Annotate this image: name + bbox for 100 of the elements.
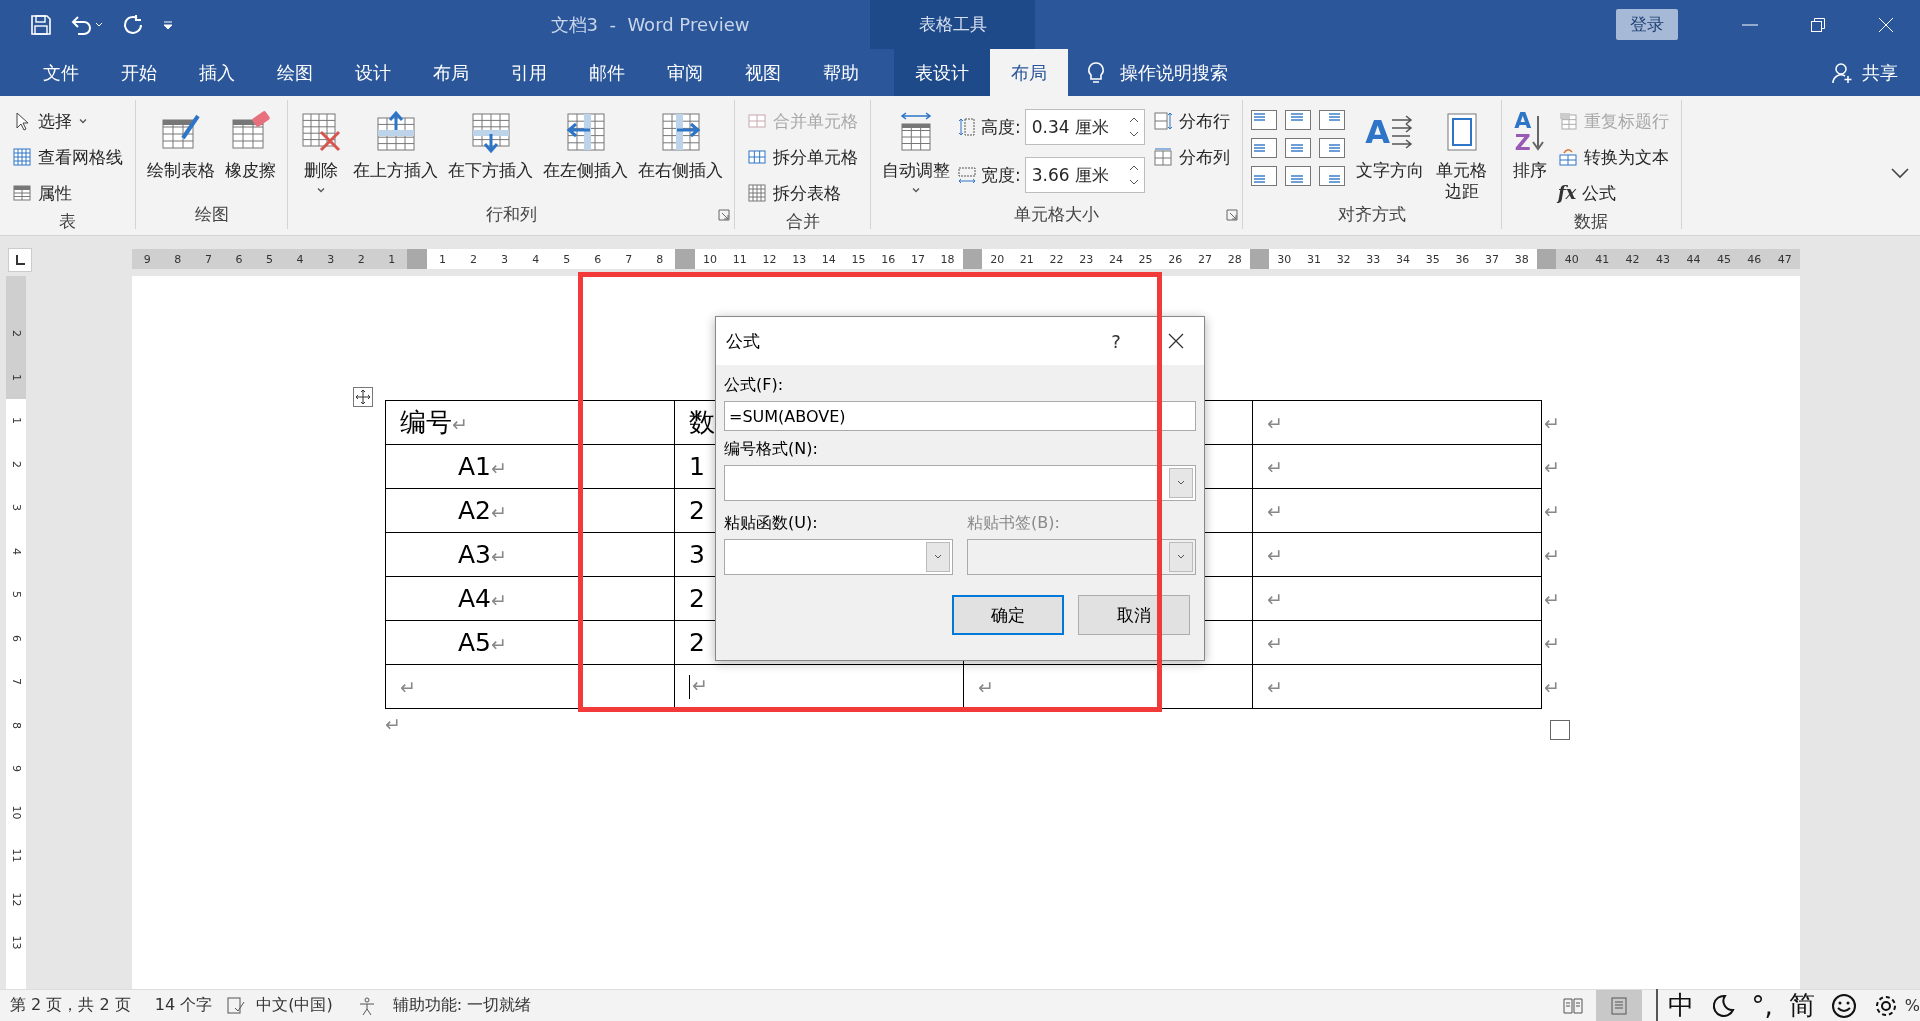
ribbon-button[interactable]: 在右侧插入 xyxy=(635,104,726,182)
cell-text: 2 xyxy=(689,628,705,657)
ruler-number: 4 xyxy=(532,252,540,266)
ruler-number: 15 xyxy=(851,252,866,266)
ribbon-button[interactable]: 转换为文本 xyxy=(1553,140,1673,174)
ruler-number: 4 xyxy=(296,252,304,266)
cell-alignment-icon[interactable] xyxy=(1284,138,1311,158)
cancel-button[interactable]: 取消 xyxy=(1078,595,1190,635)
print-layout-button[interactable] xyxy=(1595,990,1642,1021)
paragraph-mark: ↵ xyxy=(491,633,507,655)
text-direction-arrows-icon xyxy=(1390,112,1415,152)
cell-text: 1 xyxy=(689,452,705,481)
column-marker[interactable] xyxy=(962,249,983,269)
column-marker[interactable] xyxy=(675,249,696,269)
cell-alignment-icon[interactable] xyxy=(1250,110,1277,130)
column-marker[interactable] xyxy=(407,249,427,269)
cell-alignment-icon[interactable] xyxy=(1284,110,1311,130)
field-label: 粘贴书签(B): xyxy=(967,513,1061,534)
ruler-number: 47 xyxy=(1777,252,1792,266)
ruler-number: 35 xyxy=(1425,252,1440,266)
ok-button[interactable]: 确定 xyxy=(952,595,1064,635)
ribbon-button[interactable]: 自动调整 xyxy=(879,104,953,196)
login-button[interactable]: 登录 xyxy=(1616,9,1678,40)
formula-glyph: fx xyxy=(1557,184,1577,202)
customize-icon[interactable] xyxy=(162,18,174,31)
ruler-number: 1 xyxy=(9,417,23,425)
ribbon-button[interactable]: 查看网格线 xyxy=(8,140,127,174)
distribute-columns-icon xyxy=(1152,147,1173,167)
share-button[interactable]: 共享 xyxy=(1832,49,1898,96)
ribbon-button[interactable]: 分布列 xyxy=(1148,140,1234,174)
collapse-ribbon-icon[interactable] xyxy=(1890,167,1910,179)
column-marker[interactable] xyxy=(1536,249,1557,269)
row-height-icon xyxy=(957,117,977,137)
ribbon-button[interactable]: fx 公式 xyxy=(1553,176,1673,210)
menu-tab[interactable]: 文件 xyxy=(22,49,100,96)
menu-tab[interactable]: 绘图 xyxy=(256,49,334,96)
dropdown-field[interactable] xyxy=(967,539,1196,575)
help-button[interactable]: ? xyxy=(1096,329,1136,353)
formula-field[interactable]: =SUM(ABOVE) xyxy=(724,401,1196,431)
menu-tab[interactable]: 开始 xyxy=(100,49,178,96)
resize-handle[interactable] xyxy=(1550,720,1570,740)
menu-tab[interactable]: 邮件 xyxy=(568,49,646,96)
dialog-launcher-icon[interactable] xyxy=(1225,209,1238,221)
ribbon-button[interactable]: 属性 xyxy=(8,176,127,210)
ribbon-button[interactable]: 单元格边距 xyxy=(1430,104,1493,203)
ribbon-button[interactable]: A Z 排序 xyxy=(1509,104,1550,182)
ruler-number: 12 xyxy=(762,252,777,266)
ruler-number: 7 xyxy=(9,678,23,686)
menu-tab[interactable]: 引用 xyxy=(490,49,568,96)
move-handle-icon[interactable] xyxy=(353,387,373,407)
ribbon-button[interactable]: 橡皮擦 xyxy=(222,104,279,182)
smiley-icon[interactable] xyxy=(1830,992,1857,1019)
redo-icon[interactable] xyxy=(122,13,144,36)
group-label: 绘图 xyxy=(193,203,230,226)
menu-tab[interactable]: 布局 xyxy=(412,49,490,96)
ribbon-button[interactable]: 在左侧插入 xyxy=(540,104,631,182)
ribbon-button[interactable]: 分布行 xyxy=(1148,104,1234,138)
menu-tab[interactable]: 插入 xyxy=(178,49,256,96)
gridlines-icon xyxy=(12,147,32,167)
cell-alignment-icon[interactable] xyxy=(1318,166,1345,186)
ruler-number: 27 xyxy=(1198,252,1212,266)
ribbon-button[interactable]: 拆分表格 xyxy=(743,176,862,210)
ruler-number: 3 xyxy=(327,252,335,266)
menu-tab[interactable]: 表设计 xyxy=(894,49,990,96)
spin-field[interactable]: 3.66 厘米 xyxy=(1024,157,1145,193)
ribbon-button[interactable]: 删除 xyxy=(296,104,346,196)
dialog-launcher-icon[interactable] xyxy=(718,209,730,221)
cell-alignment-icon[interactable] xyxy=(1284,166,1311,186)
ribbon-button[interactable]: 拆分单元格 xyxy=(743,140,862,174)
menu-tab[interactable]: 视图 xyxy=(724,49,802,96)
paragraph-mark: ↵ xyxy=(1267,543,1283,566)
paragraph-mark: ↵ xyxy=(385,713,401,735)
save-icon[interactable] xyxy=(30,13,52,36)
sort-letter: Z xyxy=(1514,132,1531,154)
menu-tab[interactable]: 审阅 xyxy=(646,49,724,96)
ribbon-button[interactable]: 在上方插入 xyxy=(350,104,441,182)
column-marker[interactable] xyxy=(1249,249,1270,269)
ribbon-button[interactable]: 在下方插入 xyxy=(445,104,536,182)
tab-selector[interactable] xyxy=(8,248,32,272)
ribbon-button[interactable]: 绘制表格 xyxy=(144,104,218,182)
cell-alignment-icon[interactable] xyxy=(1318,110,1345,130)
dropdown-field[interactable] xyxy=(724,465,1196,501)
end-of-row-mark: ↵ xyxy=(1544,675,1560,698)
search-button[interactable]: 操作说明搜索 xyxy=(1086,49,1228,96)
dropdown-field[interactable] xyxy=(724,539,953,575)
ruler-number: 36 xyxy=(1455,252,1470,266)
cell-alignment-icon[interactable] xyxy=(1318,138,1345,158)
ruler-number: 8 xyxy=(174,252,182,266)
cell-alignment-icon[interactable] xyxy=(1250,166,1277,186)
menu-tab[interactable]: 帮助 xyxy=(802,49,880,96)
field-label: 高度: xyxy=(981,115,1021,139)
spin-field[interactable]: 0.34 厘米 xyxy=(1024,109,1145,145)
undo-icon[interactable] xyxy=(70,13,104,36)
ribbon-button[interactable]: A 文字方向 xyxy=(1352,104,1427,182)
ribbon-button[interactable]: 选择 xyxy=(8,104,127,138)
menu-tab[interactable]: 布局 xyxy=(990,49,1068,96)
paragraph-mark: ↵ xyxy=(491,501,507,523)
menu-tab[interactable]: 设计 xyxy=(334,49,412,96)
cell-alignment-icon[interactable] xyxy=(1250,138,1277,158)
ruler-number: 2 xyxy=(9,460,23,468)
